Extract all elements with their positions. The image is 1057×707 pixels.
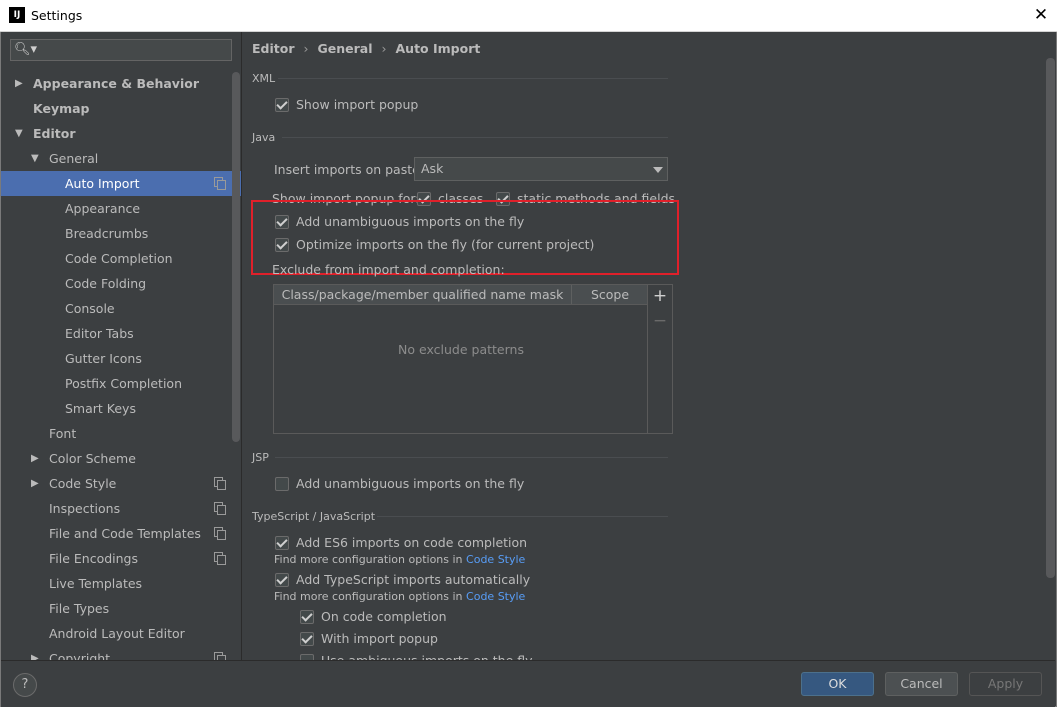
sidebar-item-code-style[interactable]: ▶ Code Style <box>1 471 241 496</box>
sidebar-item-postfix-completion[interactable]: Postfix Completion <box>1 371 241 396</box>
config-hint-1: Find more configuration options in Code … <box>274 553 526 566</box>
window-title: Settings <box>31 8 83 23</box>
dialog-footer: ? OK Cancel Apply <box>1 660 1055 707</box>
cancel-button[interactable]: Cancel <box>885 672 958 696</box>
sidebar-item-file-encodings[interactable]: File Encodings <box>1 546 241 571</box>
remove-icon: − <box>652 311 668 331</box>
project-scope-icon <box>214 652 226 660</box>
sidebar-item-general[interactable]: ▼ General <box>1 146 241 171</box>
checkbox-icon[interactable] <box>300 632 314 646</box>
sidebar-item-appearance[interactable]: Appearance <box>1 196 241 221</box>
project-scope-icon <box>214 477 226 490</box>
settings-sidebar: 🔍︎▾ ▶ Appearance & Behavior Keymap ▼ Edi… <box>1 32 242 660</box>
expand-arrow-icon[interactable]: ▶ <box>31 471 41 496</box>
column-header-scope[interactable]: Scope <box>572 287 648 302</box>
section-title-typescript: TypeScript / JavaScript <box>252 510 376 523</box>
checkbox-icon[interactable] <box>275 98 289 112</box>
collapse-arrow-icon[interactable]: ▼ <box>31 146 41 171</box>
apply-button[interactable]: Apply <box>969 672 1042 696</box>
exclude-patterns-table[interactable]: Class/package/member qualified name mask… <box>273 284 673 434</box>
chevron-down-icon <box>653 167 663 173</box>
sidebar-item-breadcrumbs[interactable]: Breadcrumbs <box>1 221 241 246</box>
sidebar-item-appearance-behavior[interactable]: ▶ Appearance & Behavior <box>1 71 241 96</box>
divider <box>282 137 668 138</box>
search-icon: 🔍︎▾ <box>14 42 38 57</box>
divider <box>275 457 668 458</box>
intellij-app-icon: IJ <box>9 7 25 23</box>
help-button[interactable]: ? <box>13 673 37 697</box>
expand-arrow-icon[interactable]: ▶ <box>15 71 25 96</box>
ok-button[interactable]: OK <box>801 672 874 696</box>
column-header-mask[interactable]: Class/package/member qualified name mask <box>274 287 571 302</box>
sidebar-item-gutter-icons[interactable]: Gutter Icons <box>1 346 241 371</box>
sidebar-item-live-templates[interactable]: Live Templates <box>1 571 241 596</box>
sidebar-item-file-code-templates[interactable]: File and Code Templates <box>1 521 241 546</box>
sidebar-item-code-completion[interactable]: Code Completion <box>1 246 241 271</box>
exclude-label: Exclude from import and completion: <box>272 262 505 277</box>
insert-imports-select[interactable]: Ask <box>414 157 668 181</box>
sidebar-item-auto-import[interactable]: Auto Import <box>1 171 241 196</box>
checkbox-icon[interactable] <box>275 573 289 587</box>
expand-arrow-icon[interactable]: ▶ <box>31 446 41 471</box>
sidebar-item-file-types[interactable]: File Types <box>1 596 241 621</box>
sidebar-item-inspections[interactable]: Inspections <box>1 496 241 521</box>
project-scope-icon <box>214 552 226 565</box>
project-scope-icon <box>214 177 226 190</box>
divider <box>278 78 668 79</box>
add-icon[interactable]: + <box>651 287 669 305</box>
code-style-link[interactable]: Code Style <box>466 590 525 603</box>
sidebar-item-keymap[interactable]: Keymap <box>1 96 241 121</box>
checkbox-icon[interactable] <box>300 610 314 624</box>
toolbar-divider <box>647 285 648 433</box>
close-icon[interactable]: ✕ <box>1031 5 1051 25</box>
sidebar-item-code-folding[interactable]: Code Folding <box>1 271 241 296</box>
settings-content: Editor › General › Auto Import XML Show impo… <box>242 32 1056 660</box>
expand-arrow-icon[interactable]: ▶ <box>31 646 41 660</box>
breadcrumb: Editor › General › Auto Import <box>252 41 481 56</box>
search-input[interactable]: 🔍︎▾ <box>10 39 232 61</box>
sidebar-item-console[interactable]: Console <box>1 296 241 321</box>
sidebar-item-android-layout-editor[interactable]: Android Layout Editor <box>1 621 241 646</box>
section-title-jsp: JSP <box>252 451 269 464</box>
checkbox-icon[interactable] <box>275 536 289 550</box>
window-titlebar: IJ Settings ✕ <box>0 0 1057 32</box>
sidebar-scrollbar[interactable] <box>232 72 240 442</box>
collapse-arrow-icon[interactable]: ▼ <box>15 121 25 146</box>
code-style-link[interactable]: Code Style <box>466 553 525 566</box>
sidebar-item-font[interactable]: Font <box>1 421 241 446</box>
sidebar-item-copyright[interactable]: ▶ Copyright <box>1 646 241 660</box>
sidebar-item-editor[interactable]: ▼ Editor <box>1 121 241 146</box>
checkbox-icon[interactable] <box>275 477 289 491</box>
project-scope-icon <box>214 502 226 515</box>
table-header: Class/package/member qualified name mask… <box>274 285 648 305</box>
sidebar-item-editor-tabs[interactable]: Editor Tabs <box>1 321 241 346</box>
project-scope-icon <box>214 527 226 540</box>
section-title-xml: XML <box>252 72 276 85</box>
config-hint-2: Find more configuration options in Code … <box>274 590 526 603</box>
sidebar-item-color-scheme[interactable]: ▶ Color Scheme <box>1 446 241 471</box>
sidebar-item-smart-keys[interactable]: Smart Keys <box>1 396 241 421</box>
insert-imports-label: Insert imports on paste: <box>274 162 425 177</box>
section-title-java: Java <box>252 131 276 144</box>
divider <box>377 516 668 517</box>
empty-table-text: No exclude patterns <box>398 342 524 357</box>
content-scrollbar[interactable] <box>1046 58 1055 578</box>
